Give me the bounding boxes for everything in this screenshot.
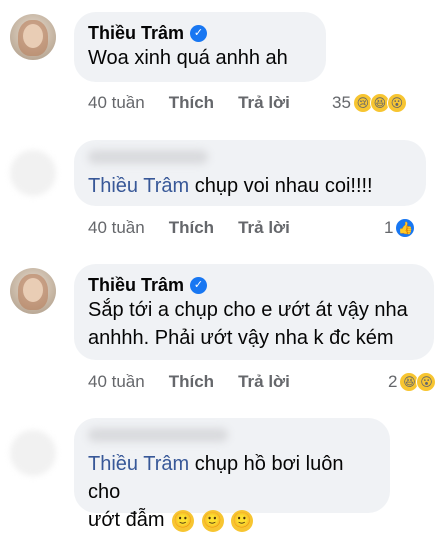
comment-time[interactable]: 40 tuần — [88, 372, 145, 392]
comment-text-line: Thiều Trâm chụp hồ bơi luôn cho — [88, 450, 376, 506]
reply-button[interactable]: Trả lời — [238, 218, 290, 238]
wow-icon: 😮 — [416, 372, 436, 392]
comment-time[interactable]: 40 tuần — [88, 93, 145, 113]
comment-text-line: anhhh. Phải ướt vậy nha k đc kém — [88, 327, 394, 349]
reaction-summary[interactable]: 2 😆 😮 — [388, 372, 436, 392]
comment-meta: 40 tuần Thích Trả lời — [88, 372, 290, 392]
reaction-summary[interactable]: 35 😢 😆 😮 — [332, 93, 407, 113]
author-name[interactable]: Thiều Trâm — [88, 274, 184, 296]
smile-icon: 🙂 — [172, 509, 195, 532]
comment-body: ướt đẫm — [88, 509, 165, 531]
wow-icon: 😮 — [386, 93, 407, 113]
like-icon: 👍 — [395, 218, 416, 238]
author-name-blurred — [88, 150, 208, 164]
comment-text: Woa xinh quá anhh ah — [88, 47, 288, 69]
comment-text: Thiều Trâm chụp voi nhau coi!!!! — [88, 172, 412, 200]
reaction-count: 1 — [384, 218, 394, 237]
smile-icon: 🙂 — [231, 509, 254, 532]
comment-text-line: Sắp tới a chụp cho e ướt át vậy nha — [88, 299, 408, 321]
verified-badge-icon: ✓ — [190, 276, 208, 294]
author-name-blurred — [88, 428, 228, 442]
verified-badge-icon: ✓ — [190, 24, 208, 42]
smile-icon: 🙂 — [201, 509, 224, 532]
comment-bubble: Thiều Trâm ✓ Woa xinh quá anhh ah — [74, 12, 326, 82]
author-name[interactable]: Thiều Trâm — [88, 22, 184, 44]
comment-bubble: Thiều Trâm chụp hồ bơi luôn cho ướt đẫm … — [74, 418, 390, 532]
mention-link[interactable]: Thiều Trâm — [88, 175, 189, 197]
avatar-thieu-tram[interactable] — [10, 268, 56, 314]
comment-bubble: Thiều Trâm ✓ Sắp tới a chụp cho e ướt át… — [74, 264, 434, 360]
reaction-count: 2 — [388, 372, 398, 391]
avatar-blurred[interactable] — [10, 430, 56, 476]
avatar-blurred[interactable] — [10, 150, 56, 196]
comment-bubble: Thiều Trâm chụp voi nhau coi!!!! — [74, 140, 426, 206]
like-button[interactable]: Thích — [169, 372, 214, 392]
mention-link[interactable]: Thiều Trâm — [88, 453, 189, 475]
like-button[interactable]: Thích — [169, 93, 214, 113]
reply-button[interactable]: Trả lời — [238, 372, 290, 392]
comment-text-line: ướt đẫm 🙂 🙂 🙂 — [88, 506, 376, 534]
avatar-thieu-tram[interactable] — [10, 14, 56, 60]
reply-button[interactable]: Trả lời — [238, 93, 290, 113]
comment-body: chụp voi nhau coi!!!! — [194, 175, 373, 197]
comment-time[interactable]: 40 tuần — [88, 218, 145, 238]
comment-author[interactable]: Thiều Trâm ✓ — [88, 22, 312, 44]
reaction-count: 35 — [332, 93, 351, 112]
like-button[interactable]: Thích — [169, 218, 214, 238]
reaction-summary[interactable]: 1 👍 — [384, 218, 416, 238]
comment-meta: 40 tuần Thích Trả lời — [88, 93, 290, 113]
comment-meta: 40 tuần Thích Trả lời — [88, 218, 290, 238]
comment-author[interactable]: Thiều Trâm ✓ — [88, 274, 420, 296]
